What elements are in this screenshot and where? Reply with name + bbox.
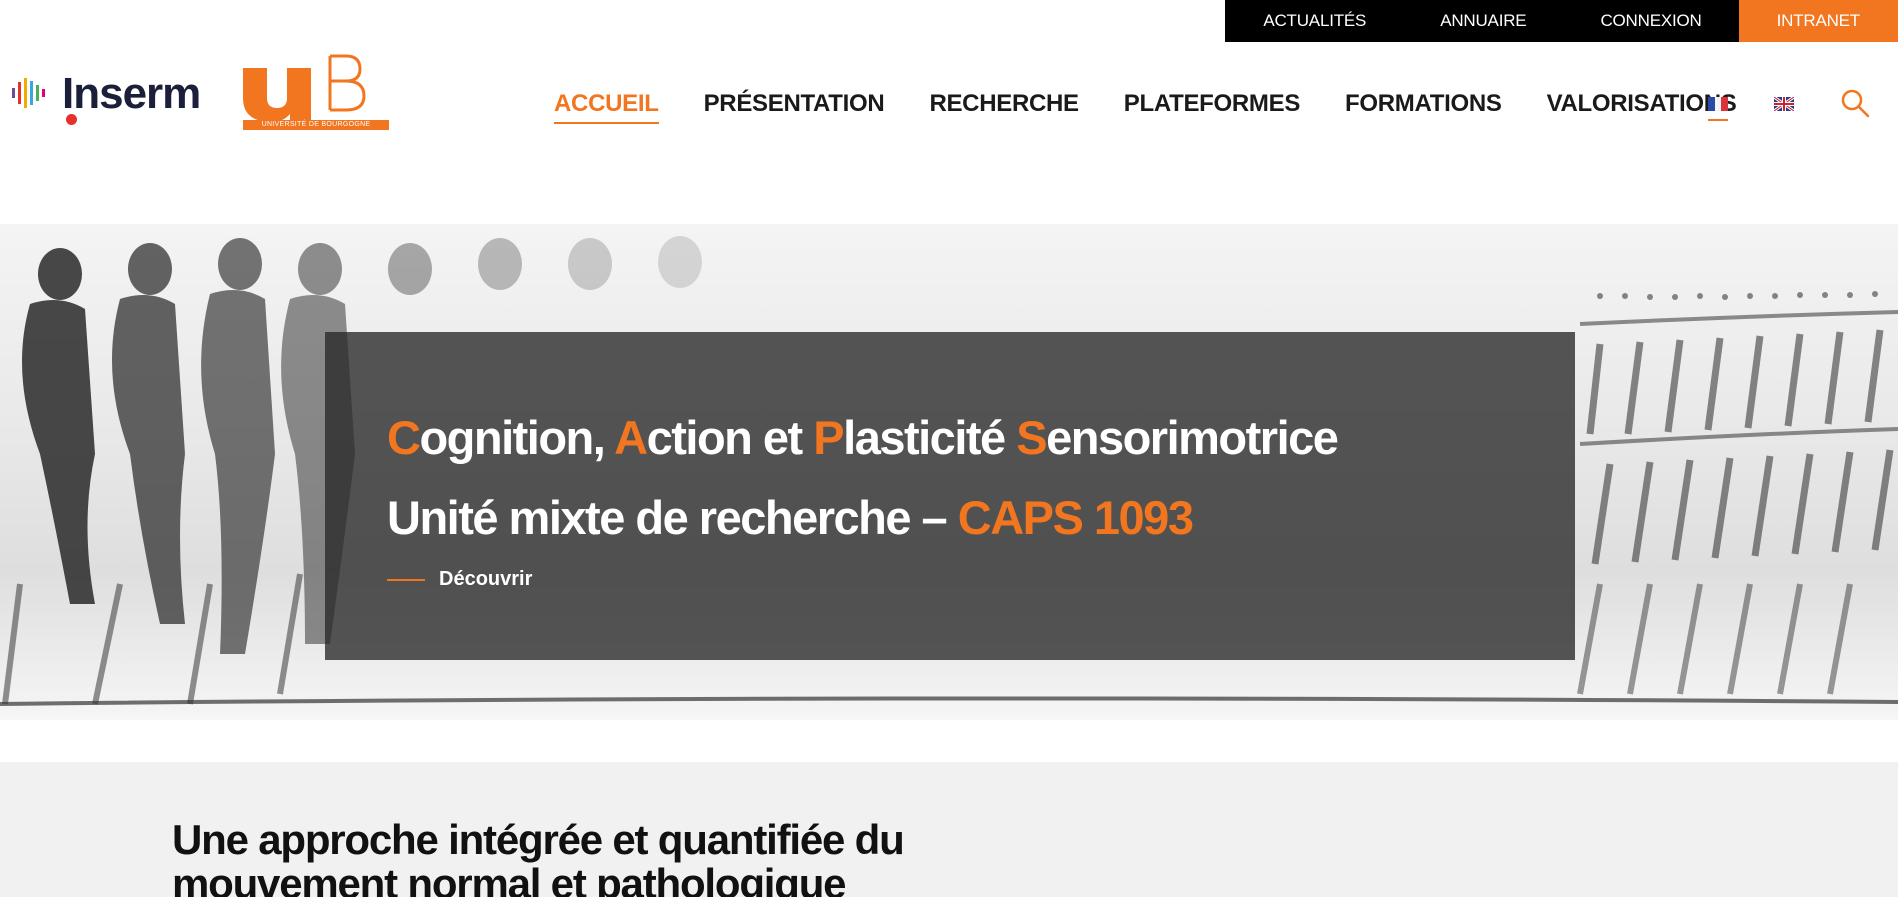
hero-title: Cognition, Action et Plasticité Sensorim… — [387, 410, 1339, 465]
hero-overlay-box: Cognition, Action et Plasticité Sensorim… — [325, 332, 1575, 660]
hero-title-word-sensorimotrice: ensorimotrice — [1046, 411, 1339, 464]
nav-item-formations[interactable]: FORMATIONS — [1345, 90, 1502, 118]
hero-title-letter-s: S — [1016, 411, 1047, 464]
utility-bar: ACTUALITÉS ANNUAIRE CONNEXION INTRANET — [1225, 0, 1898, 42]
hero-subtitle: Unité mixte de recherche – CAPS 1093 — [387, 490, 1194, 545]
main-nav: ACCUEIL PRÉSENTATION RECHERCHE PLATEFORM… — [554, 84, 1781, 124]
search-icon[interactable] — [1840, 88, 1870, 118]
intro-heading: Une approche intégrée et quantifiée du m… — [172, 816, 905, 897]
discover-line-icon — [387, 578, 425, 581]
ub-logo[interactable]: UNIVERSITÉ DE BOURGOGNE — [240, 52, 390, 132]
nav-item-plateformes[interactable]: PLATEFORMES — [1124, 90, 1301, 118]
ub-monogram-icon — [243, 54, 366, 122]
intro-section: Une approche intégrée et quantifiée du m… — [0, 762, 1898, 897]
hero-subtitle-code: CAPS 1093 — [957, 491, 1194, 544]
hero-title-word-action: ction et — [646, 411, 814, 464]
nav-item-presentation[interactable]: PRÉSENTATION — [704, 90, 885, 118]
inserm-dot — [66, 114, 77, 125]
nav-item-recherche[interactable]: RECHERCHE — [929, 90, 1079, 118]
nav-item-accueil[interactable]: ACCUEIL — [554, 90, 659, 124]
hero-title-letter-a: A — [614, 411, 648, 464]
topbar-link-actualites[interactable]: ACTUALITÉS — [1225, 0, 1404, 42]
active-language-underline — [1708, 119, 1728, 121]
discover-link[interactable]: Découvrir — [387, 568, 532, 591]
ub-caption: UNIVERSITÉ DE BOURGOGNE — [243, 120, 389, 130]
topbar-link-annuaire[interactable]: ANNUAIRE — [1403, 0, 1564, 42]
topbar-link-intranet[interactable]: INTRANET — [1738, 0, 1898, 42]
inserm-bars-icon — [12, 78, 45, 108]
flag-uk-icon[interactable] — [1774, 97, 1794, 111]
hero-title-letter-c: C — [387, 411, 421, 464]
hero-title-word-plasticite: lasticité — [843, 411, 1017, 464]
hero-title-word-cognition: ognition, — [419, 411, 615, 464]
discover-label: Découvrir — [439, 568, 533, 590]
hero-banner: Cognition, Action et Plasticité Sensorim… — [0, 224, 1898, 720]
inserm-logo[interactable]: Inserm — [12, 66, 212, 128]
inserm-wordmark: Inserm — [62, 69, 201, 118]
hero-title-letter-p: P — [813, 411, 844, 464]
hero-subtitle-text: Unité mixte de recherche – — [387, 491, 958, 544]
topbar-link-connexion[interactable]: CONNEXION — [1563, 0, 1739, 42]
flag-fr-icon[interactable] — [1708, 97, 1729, 111]
